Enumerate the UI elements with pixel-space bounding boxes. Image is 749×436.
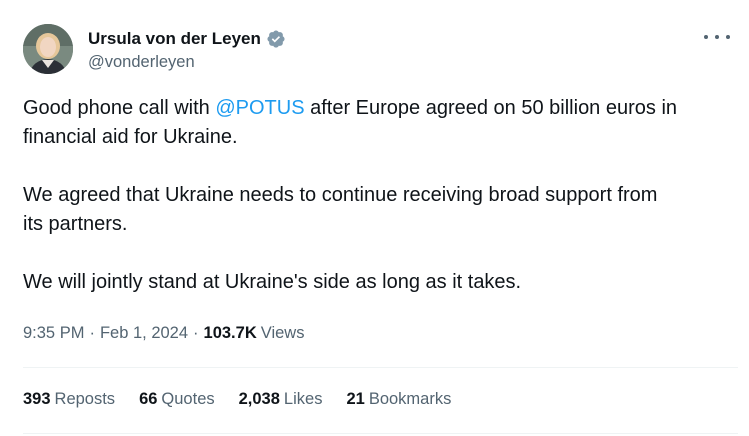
quotes-stat[interactable]: 66 Quotes — [139, 390, 215, 409]
meta-separator: · — [193, 324, 199, 342]
divider — [23, 367, 738, 368]
tweet-date[interactable]: Feb 1, 2024 — [100, 324, 188, 343]
quotes-count: 66 — [139, 390, 158, 408]
quotes-label: Quotes — [161, 390, 215, 408]
more-dot — [726, 35, 730, 39]
views-count: 103.7K — [203, 324, 257, 342]
meta-separator: · — [89, 324, 95, 342]
likes-count: 2,038 — [238, 390, 280, 408]
tweet-text: Good phone call with @POTUS after Europe… — [23, 94, 738, 297]
bookmarks-label: Bookmarks — [368, 390, 452, 408]
tweet-text-segment: Good phone call with — [23, 97, 216, 119]
reposts-count: 393 — [23, 390, 51, 408]
likes-stat[interactable]: 2,038 Likes — [239, 390, 323, 409]
tweet-card: Ursula von der Leyen @vonderleyen Good p… — [0, 0, 749, 436]
likes-label: Likes — [283, 390, 323, 408]
more-dot — [715, 35, 719, 39]
more-options-icon[interactable] — [704, 28, 730, 46]
reposts-stat[interactable]: 393 Reposts — [23, 390, 115, 409]
mention-link[interactable]: @POTUS — [215, 97, 304, 119]
tweet-line: We will jointly stand at Ukraine's side … — [23, 271, 522, 293]
author-name-row: Ursula von der Leyen — [88, 28, 286, 50]
tweet-time[interactable]: 9:35 PM — [23, 324, 84, 343]
tweet-line: We agreed that Ukraine needs to continue… — [23, 184, 658, 206]
divider — [23, 433, 738, 434]
engagement-stats: 393 Reposts 66 Quotes 2,038 Likes 21 Bookmar… — [23, 390, 475, 409]
bookmarks-stat[interactable]: 21 Bookmarks — [346, 390, 451, 409]
more-dot — [704, 35, 708, 39]
author-handle[interactable]: @vonderleyen — [88, 53, 195, 72]
verified-badge-icon[interactable] — [266, 29, 286, 49]
tweet-text-segment: after Europe agreed on 50 billion euros … — [304, 97, 678, 119]
reposts-label: Reposts — [54, 390, 116, 408]
tweet-line: financial aid for Ukraine. — [23, 126, 238, 148]
author-display-name[interactable]: Ursula von der Leyen — [88, 29, 261, 49]
avatar[interactable] — [23, 24, 73, 74]
bookmarks-count: 21 — [346, 390, 365, 408]
tweet-line: its partners. — [23, 213, 128, 235]
tweet-line: Good phone call with @POTUS after Europe… — [23, 94, 738, 123]
tweet-meta: 9:35 PM · Feb 1, 2024 · 103.7K Views — [23, 324, 304, 343]
views-label: Views — [260, 324, 305, 342]
